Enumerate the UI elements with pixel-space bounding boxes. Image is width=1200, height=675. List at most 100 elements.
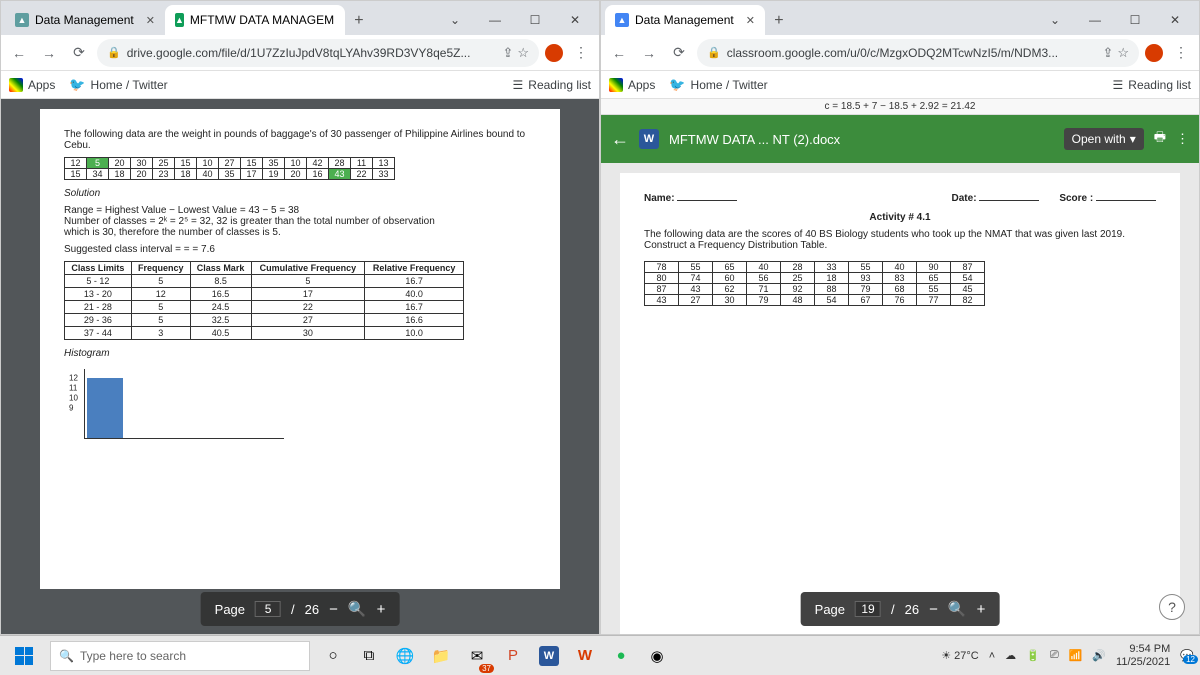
- twitter-icon: 🐦: [69, 77, 85, 93]
- bar: [87, 378, 123, 438]
- pdf-toolbar: Page / 26 − 🔍 +: [801, 592, 1000, 626]
- extension-icon[interactable]: [1145, 44, 1163, 62]
- document-viewport[interactable]: The following data are the weight in pou…: [1, 99, 599, 634]
- share-icon[interactable]: ⇪: [502, 45, 513, 61]
- list-icon: ☰: [1113, 78, 1124, 92]
- cast-icon[interactable]: ⎚: [1050, 649, 1059, 662]
- zoom-button[interactable]: 🔍: [348, 600, 367, 618]
- star-icon[interactable]: ☆: [517, 45, 529, 61]
- doc-header: Name: Date: Score :: [644, 193, 1156, 204]
- zoom-in-button[interactable]: +: [977, 601, 986, 618]
- classroom-icon: ▲: [615, 13, 629, 27]
- back-icon[interactable]: ←: [611, 129, 629, 150]
- powerpoint-icon[interactable]: P: [498, 641, 528, 671]
- close-window-button[interactable]: ✕: [555, 5, 595, 35]
- page-label: Page: [815, 602, 845, 617]
- close-tab-icon[interactable]: ✕: [146, 14, 155, 27]
- start-button[interactable]: [6, 638, 42, 674]
- volume-icon[interactable]: 🔊: [1092, 649, 1106, 662]
- chevron-down-icon[interactable]: ⌄: [435, 5, 475, 35]
- taskbar-search[interactable]: 🔍 Type here to search: [50, 641, 310, 671]
- forward-button[interactable]: →: [37, 41, 61, 65]
- apps-shortcut[interactable]: Apps: [609, 78, 655, 92]
- apps-icon: [609, 78, 623, 92]
- mail-badge: 37: [479, 664, 494, 673]
- page-input[interactable]: [855, 601, 881, 617]
- chrome-window-right: ▲ Data Management ✕ + ⌄ — ☐ ✕ ← → ⟳ 🔒 cl…: [600, 0, 1200, 635]
- word-taskbar-icon[interactable]: W: [534, 641, 564, 671]
- windows-taskbar: 🔍 Type here to search ○ ⧉ 🌐 📁 ✉37 P W W …: [0, 635, 1200, 675]
- reading-list-button[interactable]: ☰ Reading list: [1113, 78, 1191, 92]
- tab-data-management[interactable]: ▲ Data Management ✕: [5, 5, 165, 35]
- maximize-button[interactable]: ☐: [1115, 5, 1155, 35]
- url-input[interactable]: 🔒 classroom.google.com/u/0/c/MzgxODQ2MTc…: [697, 39, 1139, 67]
- onedrive-icon[interactable]: ☁: [1005, 649, 1016, 662]
- share-icon[interactable]: ⇪: [1102, 45, 1113, 61]
- forward-button[interactable]: →: [637, 41, 661, 65]
- back-button[interactable]: ←: [607, 41, 631, 65]
- wps-icon[interactable]: W: [570, 641, 600, 671]
- document-viewport[interactable]: Name: Date: Score : Activity # 4.1 The f…: [601, 163, 1199, 634]
- battery-icon[interactable]: 🔋: [1026, 649, 1040, 662]
- open-with-button[interactable]: Open with ▾: [1064, 128, 1144, 150]
- twitter-shortcut[interactable]: 🐦Home / Twitter: [669, 77, 767, 93]
- histogram-label: Histogram: [64, 348, 536, 359]
- wifi-icon[interactable]: 📶: [1069, 649, 1083, 662]
- tab-data-management[interactable]: ▲ Data Management ✕: [605, 5, 765, 35]
- spotify-icon[interactable]: ●: [606, 641, 636, 671]
- menu-button[interactable]: ⋮: [1169, 41, 1193, 65]
- reload-button[interactable]: ⟳: [667, 41, 691, 65]
- chrome-icon[interactable]: ◉: [642, 641, 672, 671]
- new-tab-button[interactable]: +: [345, 7, 373, 35]
- zoom-out-button[interactable]: −: [929, 601, 938, 618]
- action-center-icon[interactable]: 💬12: [1180, 649, 1194, 662]
- explorer-icon[interactable]: 📁: [426, 641, 456, 671]
- histogram-chart: 12 11 10 9: [84, 369, 284, 439]
- raw-data-table: 12520302515102715351042281113 1534182023…: [64, 157, 395, 180]
- new-tab-button[interactable]: +: [765, 7, 793, 35]
- close-tab-icon[interactable]: ✕: [746, 14, 755, 27]
- zoom-in-button[interactable]: +: [377, 601, 386, 618]
- extension-icon[interactable]: [545, 44, 563, 62]
- zoom-button[interactable]: 🔍: [948, 600, 967, 618]
- star-icon[interactable]: ☆: [1117, 45, 1129, 61]
- reading-list-button[interactable]: ☰ Reading list: [513, 78, 591, 92]
- task-view-icon[interactable]: ⧉: [354, 641, 384, 671]
- reload-button[interactable]: ⟳: [67, 41, 91, 65]
- name-label: Name:: [644, 193, 675, 204]
- maximize-button[interactable]: ☐: [515, 5, 555, 35]
- zoom-out-button[interactable]: −: [329, 601, 338, 618]
- weather-widget[interactable]: ☀ 27°C: [941, 649, 978, 662]
- help-button[interactable]: ?: [1159, 594, 1185, 620]
- page-total: 26: [305, 602, 319, 617]
- chevron-up-icon[interactable]: ˄: [989, 650, 995, 662]
- chevron-down-icon[interactable]: ⌄: [1035, 5, 1075, 35]
- clock[interactable]: 9:54 PM 11/25/2021: [1116, 643, 1170, 667]
- minimize-button[interactable]: —: [475, 5, 515, 35]
- search-placeholder: Type here to search: [80, 649, 186, 663]
- lock-icon: 🔒: [107, 46, 121, 59]
- apps-shortcut[interactable]: Apps: [9, 78, 55, 92]
- page-input[interactable]: [255, 601, 281, 617]
- chrome-window-left: ▲ Data Management ✕ ▲ MFTMW DATA MANAGEM…: [0, 0, 600, 635]
- print-icon[interactable]: 🖶: [1154, 128, 1166, 150]
- favicon-icon: ▲: [15, 13, 29, 27]
- twitter-shortcut[interactable]: 🐦Home / Twitter: [69, 77, 167, 93]
- url-input[interactable]: 🔒 drive.google.com/file/d/1U7ZzIuJpdV8tq…: [97, 39, 539, 67]
- lock-icon: 🔒: [707, 46, 721, 59]
- titlebar: ▲ Data Management ✕ ▲ MFTMW DATA MANAGEM…: [1, 1, 599, 35]
- cortana-icon[interactable]: ○: [318, 641, 348, 671]
- close-window-button[interactable]: ✕: [1155, 5, 1195, 35]
- more-icon[interactable]: ⋮: [1176, 131, 1189, 147]
- tab-label: MFTMW DATA MANAGEM: [190, 13, 334, 27]
- tab-mftmw[interactable]: ▲ MFTMW DATA MANAGEM ✕: [165, 5, 345, 35]
- nclasses-line2: which is 30, therefore the number of cla…: [64, 227, 536, 238]
- minimize-button[interactable]: —: [1075, 5, 1115, 35]
- edge-icon[interactable]: 🌐: [390, 641, 420, 671]
- back-button[interactable]: ←: [7, 41, 31, 65]
- activity-title: Activity # 4.1: [644, 212, 1156, 223]
- menu-button[interactable]: ⋮: [569, 41, 593, 65]
- mail-icon[interactable]: ✉37: [462, 641, 492, 671]
- titlebar: ▲ Data Management ✕ + ⌄ — ☐ ✕: [601, 1, 1199, 35]
- doc-intro: The following data are the weight in pou…: [64, 129, 536, 151]
